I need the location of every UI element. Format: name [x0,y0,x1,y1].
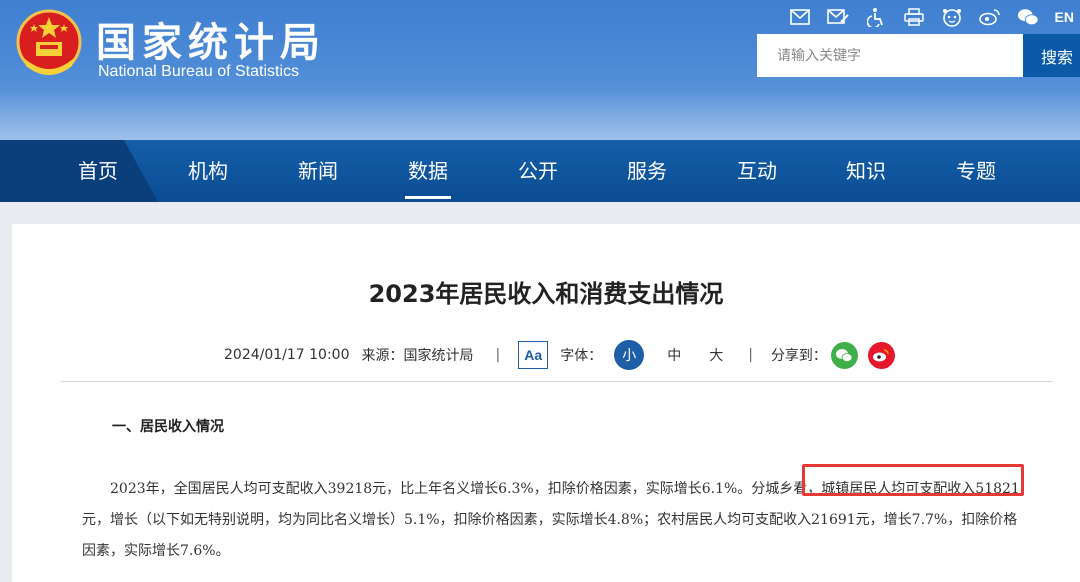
main-nav: 首页 机构 新闻 数据 公开 服务 互动 知识 专题 [0,140,1080,202]
article-container: 2023年居民收入和消费支出情况 2024/01/17 10:00 来源：国家统… [12,224,1080,582]
article-source: 来源：国家统计局 [361,348,474,364]
national-emblem-icon[interactable] [14,8,84,80]
site-header: 国家统计局 National Bureau of Statistics EN 搜… [0,0,1080,140]
meta-separator: | [495,347,501,363]
font-size-aa-icon[interactable]: Aa [518,341,549,369]
paragraph-line: 因素，实际增长7.6%。 [82,543,230,559]
font-size-medium-button[interactable]: 中 [664,345,684,365]
share-weibo-icon[interactable] [867,341,895,369]
nav-item-knowledge[interactable]: 知识 [826,140,906,202]
paragraph-line: 元，增长（以下如无特别说明，均为同比名义增长）5.1%，扣除价格因素，实际增长4… [82,512,1018,528]
mail-edit-icon[interactable] [826,6,849,28]
nav-item-organization[interactable]: 机构 [168,140,248,202]
nav-item-interaction[interactable]: 互动 [717,140,797,202]
nav-item-public[interactable]: 公开 [498,140,578,202]
highlight-annotation-box [802,464,1024,496]
font-size-small-button[interactable]: 小 [614,340,645,370]
weibo-icon[interactable] [978,6,1001,28]
font-size-large-button[interactable]: 大 [706,345,726,365]
english-language-link[interactable]: EN [1055,9,1074,25]
nav-item-topics[interactable]: 专题 [936,140,1016,202]
article-meta: 2024/01/17 10:00 来源：国家统计局 | Aa 字体： 小 中 大… [224,340,895,370]
search-button[interactable]: 搜索 [1023,34,1080,77]
nav-item-news[interactable]: 新闻 [278,140,358,202]
accessibility-icon[interactable] [865,6,887,28]
top-utility-icons: EN [773,6,1080,28]
nav-item-data[interactable]: 数据 [388,140,468,202]
mail-icon[interactable] [789,6,811,28]
share-wechat-icon[interactable] [830,341,858,369]
search-input[interactable] [757,34,1023,77]
header-sky-background [0,90,1080,140]
article-title: 2023年居民收入和消费支出情况 [368,280,724,308]
search-bar: 搜索 [757,34,1080,77]
site-title[interactable]: 国家统计局 [96,10,326,68]
publish-date: 2024/01/17 10:00 [224,347,350,363]
nav-item-services[interactable]: 服务 [607,140,687,202]
meta-divider [61,381,1053,382]
nav-item-home[interactable]: 首页 [58,140,138,202]
font-size-label: 字体： [560,348,603,364]
robot-icon[interactable] [941,6,963,28]
section-heading: 一、居民收入情况 [112,419,224,435]
site-subtitle[interactable]: National Bureau of Statistics [98,63,299,81]
meta-separator-2: | [748,347,753,363]
printer-icon[interactable] [903,6,925,28]
share-label: 分享到： [770,348,827,364]
wechat-icon[interactable] [1017,6,1039,28]
